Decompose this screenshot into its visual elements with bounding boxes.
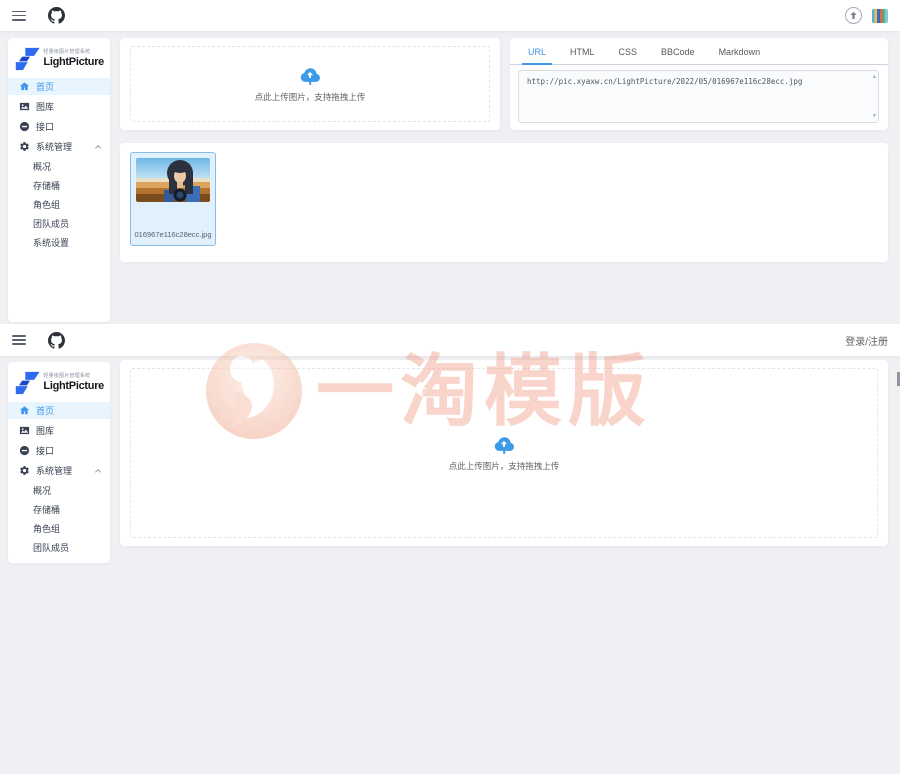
brand-logo[interactable]: 轻量级图片管理系统 LightPicture	[8, 38, 110, 78]
tab-bbcode[interactable]: BBCode	[653, 47, 703, 64]
sidebar-item-api[interactable]: 接口	[8, 118, 110, 135]
sidebar-item-label: 接口	[36, 444, 54, 457]
github-icon[interactable]	[48, 332, 65, 349]
home-icon	[19, 405, 30, 416]
sidebar-subitem-team[interactable]: 团队成员	[8, 539, 110, 555]
cloud-upload-icon	[299, 66, 321, 86]
lightpicture-app: 轻量级图片管理系统 LightPicture 首页 图库 接口 系统管理 概况 …	[0, 0, 900, 774]
sidebar-guest: 轻量级图片管理系统 LightPicture 首页 图库 接口 系统管理 概况 …	[8, 362, 110, 563]
subitem-label: 概况	[33, 160, 51, 173]
sidebar-subitem-roles[interactable]: 角色组	[8, 520, 110, 536]
subitem-label: 角色组	[33, 522, 60, 535]
home-icon	[19, 81, 30, 92]
sidebar-item-label: 接口	[36, 120, 54, 133]
api-icon	[19, 445, 30, 456]
sidebar-subitem-buckets[interactable]: 存储桶	[8, 177, 110, 193]
upload-card: 点此上传图片，支持拖拽上传	[120, 38, 500, 130]
tab-css[interactable]: CSS	[611, 47, 646, 64]
brand-logo[interactable]: 轻量级图片管理系统 LightPicture	[8, 362, 110, 402]
brand-name: LightPicture	[43, 380, 104, 392]
circle-arrow-up-icon[interactable]	[845, 7, 862, 24]
sidebar-item-home[interactable]: 首页	[8, 78, 110, 95]
image-tile[interactable]: 016967e116c28ecc.jpg	[130, 152, 216, 246]
sidebar-subitem-roles[interactable]: 角色组	[8, 196, 110, 212]
gallery-icon	[19, 101, 30, 112]
upload-hint: 点此上传图片，支持拖拽上传	[255, 91, 366, 103]
sidebar-item-gallery[interactable]: 图库	[8, 98, 110, 115]
image-filename: 016967e116c28ecc.jpg	[135, 230, 212, 239]
sidebar-item-label: 首页	[36, 80, 54, 93]
link-textarea[interactable]: http://pic.xyaxw.cn/LightPicture/2022/05…	[518, 70, 879, 123]
scroll-down-icon[interactable]: ▼	[872, 113, 877, 119]
scroll-up-icon[interactable]: ▲	[872, 74, 877, 80]
menu-toggle-button[interactable]	[12, 11, 26, 21]
subitem-label: 存储桶	[33, 503, 60, 516]
menu-toggle-button[interactable]	[12, 335, 26, 345]
gallery-icon	[19, 425, 30, 436]
lightpicture-logo-icon	[15, 371, 40, 395]
subitem-label: 系统设置	[33, 236, 69, 249]
sidebar-admin: 轻量级图片管理系统 LightPicture 首页 图库 接口 系统管理 概况 …	[8, 38, 110, 322]
upload-card-guest: 点此上传图片，支持拖拽上传	[120, 360, 888, 546]
subitem-label: 团队成员	[33, 217, 69, 230]
github-icon[interactable]	[48, 7, 65, 24]
gallery-card: 016967e116c28ecc.jpg	[120, 143, 888, 262]
cloud-upload-icon	[493, 435, 515, 455]
top-header	[0, 0, 900, 31]
tab-html[interactable]: HTML	[562, 47, 603, 64]
subitem-label: 概况	[33, 484, 51, 497]
lightpicture-logo-icon	[15, 47, 40, 71]
sidebar-item-gallery[interactable]: 图库	[8, 422, 110, 439]
sidebar-item-api[interactable]: 接口	[8, 442, 110, 459]
subitem-label: 存储桶	[33, 179, 60, 192]
chevron-up-icon	[94, 467, 102, 475]
user-avatar[interactable]	[872, 9, 888, 23]
upload-hint: 点此上传图片，支持拖拽上传	[449, 460, 560, 472]
chevron-up-icon	[94, 143, 102, 151]
sidebar-subitem-team[interactable]: 团队成员	[8, 215, 110, 231]
gear-icon	[19, 141, 30, 152]
tab-url[interactable]: URL	[520, 47, 554, 64]
gear-icon	[19, 465, 30, 476]
link-panel: URL HTML CSS BBCode Markdown http://pic.…	[510, 38, 888, 130]
image-thumbnail	[136, 158, 210, 202]
brand-name: LightPicture	[43, 56, 104, 68]
subitem-label: 角色组	[33, 198, 60, 211]
subitem-label: 团队成员	[33, 541, 69, 554]
sidebar-item-label: 图库	[36, 100, 54, 113]
sidebar-subitem-overview[interactable]: 概况	[8, 158, 110, 174]
bottom-header: 登录/注册	[0, 324, 900, 356]
api-icon	[19, 121, 30, 132]
sidebar-subitem-overview[interactable]: 概况	[8, 482, 110, 498]
sidebar-item-system[interactable]: 系统管理	[8, 462, 110, 479]
login-register-link[interactable]: 登录/注册	[845, 333, 888, 348]
sidebar-item-label: 系统管理	[36, 140, 72, 153]
sidebar-subitem-buckets[interactable]: 存储桶	[8, 501, 110, 517]
sidebar-item-label: 系统管理	[36, 464, 72, 477]
link-tabbar: URL HTML CSS BBCode Markdown	[510, 38, 888, 65]
sidebar-item-label: 图库	[36, 424, 54, 437]
sidebar-item-system[interactable]: 系统管理	[8, 138, 110, 155]
upload-dropzone[interactable]: 点此上传图片，支持拖拽上传	[130, 368, 878, 538]
tab-markdown[interactable]: Markdown	[711, 47, 769, 64]
upload-dropzone[interactable]: 点此上传图片，支持拖拽上传	[130, 46, 490, 122]
sidebar-subitem-settings[interactable]: 系统设置	[8, 234, 110, 250]
sidebar-item-home[interactable]: 首页	[8, 402, 110, 419]
sidebar-item-label: 首页	[36, 404, 54, 417]
